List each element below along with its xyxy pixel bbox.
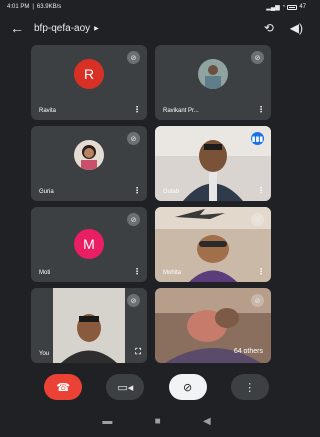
camera-toggle-button[interactable]: ▭◂ xyxy=(106,374,145,400)
mic-off-icon: ⊘ xyxy=(182,381,193,394)
status-separator: | xyxy=(32,4,34,10)
end-call-button[interactable]: ☎ xyxy=(44,374,83,400)
back-arrow-icon[interactable]: ← xyxy=(10,20,28,36)
more-options-button[interactable]: ⋮ xyxy=(230,374,269,400)
participant-tile-overflow[interactable]: ⊘ 64 others xyxy=(155,288,271,363)
participant-tile-self[interactable]: ⊘ You ⛶ xyxy=(31,288,147,363)
microphone-toggle-button[interactable]: ⊘ xyxy=(168,374,207,400)
mic-off-icon: ⊘ xyxy=(127,132,140,145)
fullscreen-icon[interactable]: ⛶ xyxy=(135,347,141,357)
battery-icon xyxy=(287,4,298,10)
participant-name: Mohita xyxy=(163,270,182,276)
wifi-icon: ◔ xyxy=(281,4,286,10)
call-controls: ☎ ▭◂ ⊘ ⋮ xyxy=(0,372,313,402)
phone-hangup-icon: ☎ xyxy=(56,381,71,394)
participant-tile-ravita[interactable]: ⊘ R Ravita ⋮ xyxy=(31,45,147,120)
header-actions: ⟲ ◀) xyxy=(264,21,303,35)
recents-icon[interactable]: ▬ xyxy=(102,416,112,427)
avatar-initial: M xyxy=(83,236,95,252)
mic-off-icon: ⊘ xyxy=(251,294,264,307)
mic-off-icon: ⊘ xyxy=(127,51,140,64)
signal-icon: ▂▄▆ xyxy=(266,4,280,11)
mic-off-icon: ⊘ xyxy=(127,294,140,307)
status-time: 4:01 PM xyxy=(7,4,30,10)
chevron-right-icon[interactable]: ▶ xyxy=(94,25,99,32)
status-right: ▂▄▆ ◔ 47 xyxy=(266,4,306,11)
video-icon: ▭◂ xyxy=(117,381,134,394)
speaking-icon: ▮▮▮ xyxy=(251,132,264,145)
system-nav-bar: ▬ ■ ◀ xyxy=(0,410,313,432)
avatar: R xyxy=(74,59,104,89)
more-vert-icon[interactable]: ⋮ xyxy=(257,186,265,195)
participant-name: Guria xyxy=(39,189,54,195)
status-left: 4:01 PM | 63.9KB/s xyxy=(7,4,61,10)
more-vert-icon[interactable]: ⋮ xyxy=(257,105,265,114)
more-vert-icon[interactable]: ⋮ xyxy=(257,267,265,276)
participant-name: Ravita xyxy=(39,108,57,114)
participant-name: Gulab xyxy=(163,189,180,195)
speaker-icon[interactable]: ◀) xyxy=(290,21,303,35)
battery-level: 47 xyxy=(299,4,306,10)
more-vert-icon[interactable]: ⋮ xyxy=(133,267,141,276)
participant-tile-ravikant[interactable]: ⊘ Ravikant Pr... ⋮ xyxy=(155,45,271,120)
meeting-code[interactable]: bfp-qefa-aoy xyxy=(34,23,90,34)
home-icon[interactable]: ■ xyxy=(155,416,161,427)
more-vert-icon: ⋮ xyxy=(244,381,256,394)
participant-tile-moti[interactable]: ⊘ M Moti ⋮ xyxy=(31,207,147,282)
avatar xyxy=(74,140,104,170)
status-bar: 4:01 PM | 63.9KB/s ▂▄▆ ◔ 47 xyxy=(0,0,313,14)
others-count: 64 others xyxy=(233,348,263,355)
avatar-initial: R xyxy=(83,66,95,82)
mic-off-icon: ⊘ xyxy=(251,213,264,226)
meeting-header: ← bfp-qefa-aoy ▶ ⟲ ◀) xyxy=(0,14,313,42)
mic-off-icon: ⊘ xyxy=(127,213,140,226)
participant-name: You xyxy=(39,351,50,357)
back-icon[interactable]: ◀ xyxy=(203,416,211,427)
avatar: M xyxy=(74,229,104,259)
participant-tile-mohita[interactable]: ⊘ Mohita ⋮ xyxy=(155,207,271,282)
more-vert-icon[interactable]: ⋮ xyxy=(133,105,141,114)
switch-camera-icon[interactable]: ⟲ xyxy=(264,21,274,35)
participant-name: Moti xyxy=(39,270,51,276)
mic-off-icon: ⊘ xyxy=(251,51,264,64)
participant-tile-guria[interactable]: ⊘ Guria ⋮ xyxy=(31,126,147,201)
status-network-speed: 63.9KB/s xyxy=(36,4,62,10)
participant-tile-gulab[interactable]: ▮▮▮ Gulab ⋮ xyxy=(155,126,271,201)
more-vert-icon[interactable]: ⋮ xyxy=(133,186,141,195)
avatar xyxy=(198,59,228,89)
participant-name: Ravikant Pr... xyxy=(163,108,199,114)
